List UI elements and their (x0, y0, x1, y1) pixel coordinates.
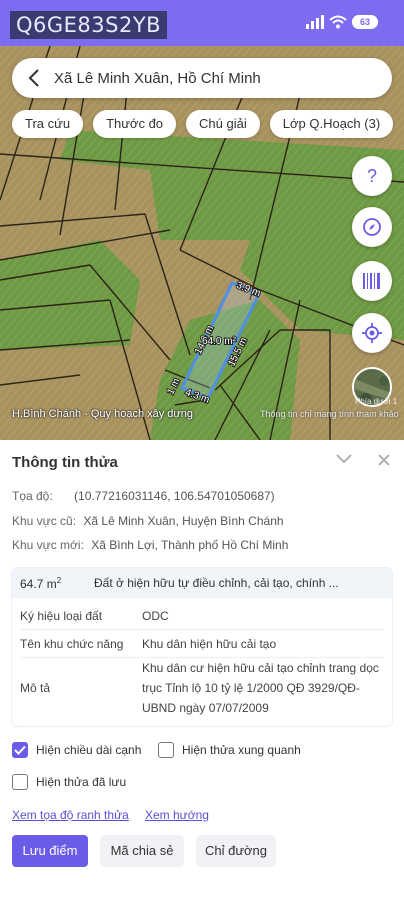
coordinates-value: (10.77216031146, 106.54701050687) (74, 489, 275, 503)
table-row: Ký hiệu loại đất ODC (20, 602, 384, 630)
map-view[interactable]: 3.9 m 14.9 m 64.0 m² 15.5 m 1 m 4.3 m (0, 46, 404, 440)
table-row: Tên khu chức năng Khu dân hiện hữu cải t… (20, 630, 384, 658)
land-use-description: Đất ở hiện hữu tự điều chỉnh, cải tạo, c… (94, 576, 339, 590)
barcode-icon (363, 273, 380, 289)
show-surrounding-parcels-checkbox[interactable]: Hiện thửa xung quanh (158, 742, 301, 758)
wifi-icon (329, 15, 347, 29)
boundary-coords-link[interactable]: Xem tọa độ ranh thửa (12, 808, 129, 822)
battery-icon: 63 (352, 15, 378, 29)
satellite-label: Phía dưới 1 (355, 397, 398, 406)
new-area-value: Xã Bình Lợi, Thành phố Hồ Chí Minh (91, 538, 289, 552)
show-saved-parcels-checkbox[interactable]: Hiện thửa đã lưu (12, 774, 126, 790)
new-area-label: Khu vực mới: (12, 538, 84, 552)
edge-label-left-short: 1 m (165, 377, 182, 397)
land-use-header: 64.7 m2 Đất ở hiện hữu tự điều chỉnh, cả… (12, 568, 392, 598)
description-value: Khu dân cư hiện hữu cải tạo chỉnh trang … (142, 661, 379, 715)
chip-planning-layers[interactable]: Lớp Q.Hoạch (3) (269, 110, 394, 138)
directions-button[interactable]: Chỉ đường (196, 835, 276, 867)
checkbox-checked[interactable] (12, 742, 28, 758)
code-watermark: Q6GE83S2YB (10, 11, 168, 39)
new-area-line: Khu vực mới: Xã Bình Lợi, Thành phố Hồ C… (12, 538, 288, 552)
parcel-area-label: 64.0 m² (202, 336, 237, 347)
checkbox-unchecked[interactable] (12, 774, 28, 790)
status-icons: 63 (306, 15, 378, 29)
toolbar-chips: Tra cứu Thước đo Chú giải Lớp Q.Hoạch (3… (12, 110, 394, 138)
locate-icon (362, 323, 382, 343)
status-bar: Q6GE83S2YB 63 (0, 0, 404, 46)
compass-icon (363, 218, 381, 236)
land-use-card[interactable]: 64.7 m2 Đất ở hiện hữu tự điều chỉnh, cả… (12, 568, 392, 726)
help-icon: ? (367, 166, 377, 186)
share-code-button[interactable]: Mã chia sẻ (100, 835, 184, 867)
checkbox-label: Hiện chiều dài cạnh (36, 743, 142, 757)
chip-measure[interactable]: Thước đo (93, 110, 177, 138)
my-location-button[interactable] (352, 313, 392, 353)
signal-icon (306, 15, 324, 29)
checkbox-unchecked[interactable] (158, 742, 174, 758)
parcel-info-panel: Thông tin thửa Tọa độ: (10.77216031146, … (0, 440, 404, 900)
search-location-text[interactable]: Xã Lê Minh Xuân, Hồ Chí Minh (54, 70, 261, 87)
zone-name-label: Tên khu chức năng (20, 636, 124, 651)
zone-name-value: Khu dân hiện hữu cải tạo (142, 636, 277, 651)
check-icon (14, 745, 26, 755)
back-arrow-icon[interactable] (14, 58, 54, 98)
coordinates-label: Tọa độ: (12, 489, 53, 503)
chip-legend[interactable]: Chú giải (186, 110, 260, 138)
show-edge-lengths-checkbox[interactable]: Hiện chiều dài cạnh (12, 742, 141, 758)
old-area-label: Khu vực cũ: (12, 514, 77, 528)
parcel-labels: 3.9 m 14.9 m 64.0 m² 15.5 m 1 m 4.3 m (164, 279, 263, 407)
help-button[interactable]: ? (352, 156, 392, 196)
edge-label-top: 3.9 m (235, 280, 262, 300)
checkbox-label: Hiện thửa đã lưu (36, 775, 127, 789)
chip-lookup[interactable]: Tra cứu (12, 110, 84, 138)
land-symbol-label: Ký hiệu loại đất (20, 608, 103, 623)
description-label: Mô tả (20, 681, 51, 695)
table-row: Mô tả Khu dân cư hiện hữu cải tạo chỉnh … (20, 658, 384, 718)
map-layer-caption: H.Bình Chánh - Quy hoạch xây dựng (12, 408, 194, 420)
svg-text:?: ? (367, 166, 377, 186)
panel-title: Thông tin thửa (12, 454, 118, 471)
land-symbol-value: ODC (142, 608, 169, 623)
map-disclaimer: Thông tin chỉ mang tính tham khảo (260, 409, 399, 419)
checkbox-label: Hiện thửa xung quanh (182, 743, 301, 757)
edge-label-bottom: 4.3 m (184, 387, 211, 406)
barcode-button[interactable] (352, 261, 392, 301)
chevron-down-icon[interactable] (334, 452, 354, 466)
direction-link[interactable]: Xem hướng (145, 808, 209, 822)
land-area: 64.7 m2 (20, 575, 62, 591)
land-use-table: Ký hiệu loại đất ODC Tên khu chức năng K… (20, 602, 384, 718)
search-bar[interactable]: Xã Lê Minh Xuân, Hồ Chí Minh (12, 58, 392, 98)
compass-button[interactable] (352, 207, 392, 247)
save-point-button[interactable]: Lưu điểm (12, 835, 88, 867)
close-icon[interactable] (376, 452, 392, 468)
old-area-value: Xã Lê Minh Xuân, Huyện Bình Chánh (83, 514, 284, 528)
coordinates-line: Tọa độ: (10.77216031146, 106.54701050687… (12, 489, 275, 503)
battery-level: 63 (359, 17, 370, 27)
old-area-line: Khu vực cũ: Xã Lê Minh Xuân, Huyện Bình … (12, 514, 284, 528)
